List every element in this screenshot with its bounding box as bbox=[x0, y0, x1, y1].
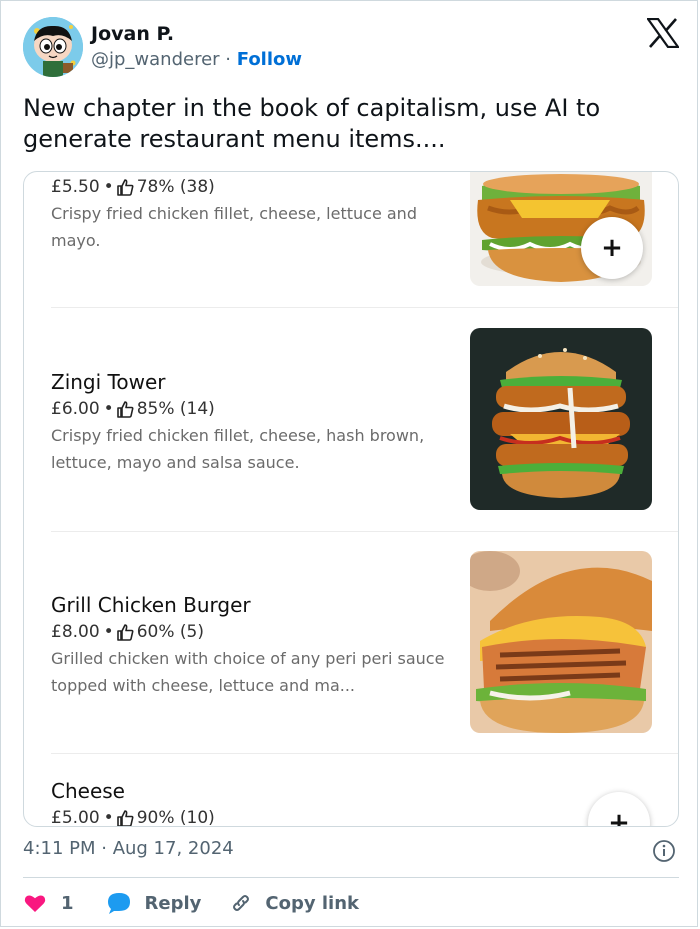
add-item-button[interactable]: + bbox=[581, 217, 643, 279]
tweet-media[interactable]: £5.50 • 78% (38) Crispy fried chicken fi… bbox=[23, 171, 679, 827]
handle-separator: · bbox=[219, 49, 237, 70]
item-meta: £5.00 • 90% (10) bbox=[51, 808, 215, 827]
tweet-timestamp[interactable]: 4:11 PM · Aug 17, 2024 bbox=[23, 838, 234, 859]
copy-link-label: Copy link bbox=[265, 892, 359, 914]
tweet-card: Jovan P. @jp_wanderer · Follow New chapt… bbox=[0, 0, 698, 927]
meta-dot: • bbox=[103, 177, 114, 197]
item-title: Grill Chicken Burger bbox=[51, 593, 251, 617]
meta-dot: • bbox=[103, 808, 114, 827]
action-bar: 1 Reply Copy link bbox=[23, 888, 359, 918]
heart-icon bbox=[24, 895, 46, 912]
reply-label: Reply bbox=[144, 892, 202, 914]
user-handle[interactable]: @jp_wanderer bbox=[91, 49, 220, 70]
menu-item[interactable]: Grill Chicken Burger £8.00 • 60% (5) Gri… bbox=[24, 532, 678, 754]
avatar[interactable] bbox=[23, 17, 83, 77]
item-meta: £6.00 • 85% (14) bbox=[51, 399, 215, 419]
meta-dot: • bbox=[103, 622, 114, 642]
item-title: Cheese bbox=[51, 779, 125, 803]
item-description: Grilled chicken with choice of any peri … bbox=[51, 649, 445, 695]
like-button[interactable]: 1 bbox=[23, 891, 74, 915]
item-title: Zingi Tower bbox=[51, 370, 166, 394]
item-rating: 78% (38) bbox=[136, 177, 215, 197]
item-description: Crispy fried chicken fillet, cheese, let… bbox=[51, 204, 417, 250]
menu-item[interactable]: Cheese £5.00 • 90% (10) + bbox=[24, 754, 678, 827]
like-count: 1 bbox=[61, 892, 74, 914]
copy-link-button[interactable]: Copy link bbox=[229, 891, 359, 915]
item-price: £5.00 bbox=[51, 808, 100, 827]
user-handle-line: @jp_wanderer · Follow bbox=[91, 49, 302, 70]
food-image-grill-chicken bbox=[470, 551, 652, 733]
footer-divider bbox=[23, 877, 679, 878]
reply-button[interactable]: Reply bbox=[106, 891, 202, 915]
add-item-button[interactable]: + bbox=[588, 792, 650, 826]
item-meta: £5.50 • 78% (38) bbox=[51, 177, 215, 197]
info-icon[interactable] bbox=[652, 839, 676, 863]
follow-button[interactable]: Follow bbox=[237, 49, 302, 70]
thumbs-up-icon bbox=[116, 624, 134, 641]
menu-item[interactable]: Zingi Tower £6.00 • 85% (14) Crispy frie… bbox=[24, 308, 678, 671]
item-rating: 90% (10) bbox=[136, 808, 215, 827]
item-meta: £8.00 • 60% (5) bbox=[51, 622, 204, 642]
meta-dot: • bbox=[103, 399, 114, 419]
item-rating: 60% (5) bbox=[136, 622, 204, 642]
item-description: Crispy fried chicken fillet, cheese, has… bbox=[51, 426, 425, 472]
thumbs-up-icon bbox=[116, 401, 134, 418]
tweet-text: New chapter in the book of capitalism, u… bbox=[23, 94, 601, 153]
item-price: £8.00 bbox=[51, 622, 100, 642]
item-price: £5.50 bbox=[51, 177, 100, 197]
item-price: £6.00 bbox=[51, 399, 100, 419]
food-image-zingi-tower bbox=[470, 328, 652, 510]
thumbs-up-icon bbox=[116, 179, 134, 196]
menu-item[interactable]: £5.50 • 78% (38) Crispy fried chicken fi… bbox=[24, 172, 678, 308]
link-icon bbox=[233, 895, 250, 911]
thumbs-up-icon bbox=[116, 810, 134, 826]
item-rating: 85% (14) bbox=[136, 399, 215, 419]
x-logo-icon[interactable] bbox=[645, 17, 681, 49]
reply-bubble-icon bbox=[107, 893, 130, 914]
user-display-name[interactable]: Jovan P. bbox=[91, 23, 174, 45]
